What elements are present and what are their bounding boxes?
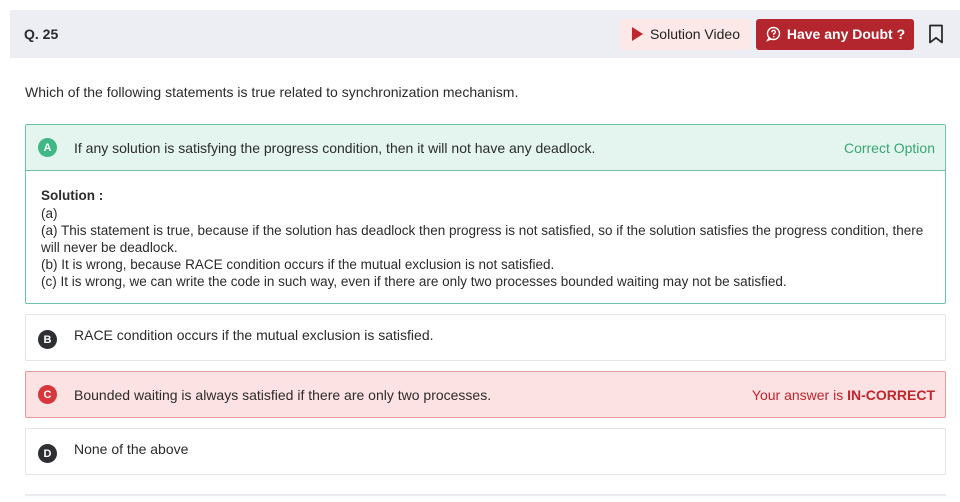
option-a-text: If any solution is satisfying the progre… bbox=[74, 139, 596, 156]
bookmark-icon[interactable] bbox=[928, 24, 944, 44]
solution-line: (c) It is wrong, we can write the code i… bbox=[41, 274, 787, 289]
solution-panel: Solution : (a) (a) This statement is tru… bbox=[26, 171, 945, 290]
correct-option-label: Correct Option bbox=[843, 139, 935, 156]
option-c-text: Bounded waiting is always satisfied if t… bbox=[74, 386, 492, 403]
option-badge-a: A bbox=[38, 138, 57, 157]
option-b[interactable]: B RACE condition occurs if the mutual ex… bbox=[25, 314, 946, 361]
solution-line: (b) It is wrong, because RACE condition … bbox=[41, 257, 555, 272]
solution-title: Solution : bbox=[41, 188, 104, 203]
solution-video-label: Solution Video bbox=[649, 26, 740, 42]
have-doubt-button[interactable]: Have any Doubt ? bbox=[756, 18, 914, 50]
option-d-text: None of the above bbox=[74, 441, 189, 457]
option-badge-d: D bbox=[38, 444, 57, 463]
bottom-divider bbox=[25, 494, 946, 496]
question-header: Q. 25 Solution Video Have any Doubt ? bbox=[10, 10, 960, 58]
option-a[interactable]: A If any solution is satisfying the prog… bbox=[25, 124, 946, 304]
option-b-text: RACE condition occurs if the mutual excl… bbox=[74, 327, 434, 343]
incorrect-answer-prefix: Your answer is bbox=[751, 386, 848, 403]
have-doubt-label: Have any Doubt ? bbox=[786, 26, 906, 42]
solution-line: (a) bbox=[41, 206, 58, 221]
incorrect-answer-label: Your answer is IN-CORRECT bbox=[752, 387, 935, 403]
option-badge-b: B bbox=[38, 330, 57, 349]
solution-video-button[interactable]: Solution Video bbox=[619, 18, 751, 50]
question-bubble-icon bbox=[765, 26, 781, 42]
play-icon bbox=[631, 27, 643, 41]
incorrect-answer-emphasis: IN-CORRECT bbox=[847, 386, 935, 403]
option-c[interactable]: C Bounded waiting is always satisfied if… bbox=[25, 371, 946, 418]
option-a-row[interactable]: A If any solution is satisfying the prog… bbox=[26, 125, 945, 171]
option-badge-c: C bbox=[38, 385, 57, 404]
question-text: Which of the following statements is tru… bbox=[25, 84, 519, 100]
option-d[interactable]: D None of the above bbox=[25, 428, 946, 475]
question-number: Q. 25 bbox=[24, 26, 59, 42]
solution-line: (a) This statement is true, because if t… bbox=[41, 223, 924, 255]
